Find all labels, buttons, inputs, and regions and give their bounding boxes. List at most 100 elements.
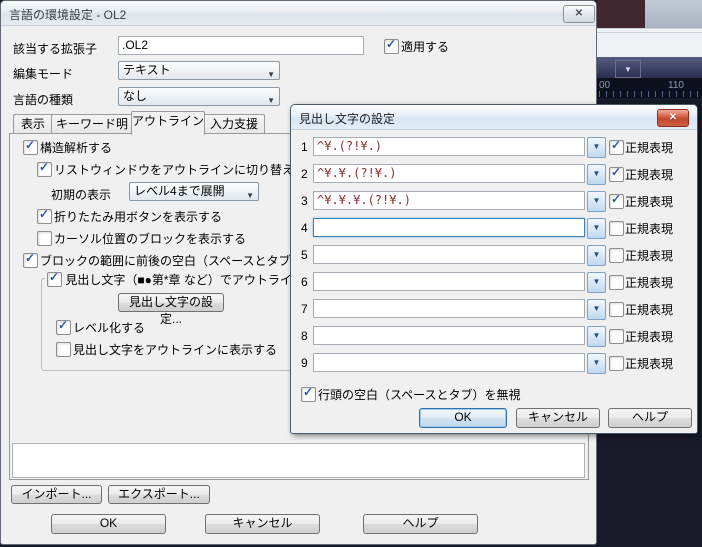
- bg-app-ruler: 00 110: [597, 78, 702, 98]
- pattern-dropdown-9[interactable]: ▼: [587, 353, 606, 374]
- language-type-label: 言語の種類: [13, 91, 73, 108]
- pattern-input-5[interactable]: [313, 245, 585, 264]
- initial-display-combobox[interactable]: レベル4まで展開 ▼: [129, 182, 259, 201]
- levelize-checkbox[interactable]: ✓: [56, 320, 71, 335]
- edit-mode-combobox[interactable]: テキスト ▼: [118, 61, 280, 80]
- regex-checkbox-3[interactable]: ✓: [609, 194, 624, 209]
- initial-display-label: 初期の表示: [51, 186, 111, 203]
- tab-outline[interactable]: アウトライン: [131, 111, 205, 135]
- export-button[interactable]: エクスポート...: [108, 485, 210, 504]
- pattern-input-8[interactable]: [313, 326, 585, 345]
- show-heading-checkbox[interactable]: ✓: [56, 342, 71, 357]
- pattern-dropdown-4[interactable]: ▼: [587, 218, 606, 239]
- block-range-checkbox[interactable]: ✓: [23, 253, 38, 268]
- heading-close-button[interactable]: ✕: [657, 109, 689, 127]
- main-cancel-button[interactable]: キャンセル: [205, 514, 320, 534]
- regex-checkbox-2[interactable]: ✓: [609, 167, 624, 182]
- pattern-input-1[interactable]: ^¥.(?!¥.): [313, 137, 585, 156]
- main-help-button[interactable]: ヘルプ: [363, 514, 478, 534]
- regex-checkbox-4[interactable]: ✓: [609, 221, 624, 236]
- apply-checkbox[interactable]: ✓: [384, 39, 399, 54]
- tab-display[interactable]: 表示: [13, 114, 53, 135]
- regex-checkbox-9[interactable]: ✓: [609, 356, 624, 371]
- pattern-input-3[interactable]: ^¥.¥.¥.(?!¥.): [313, 191, 585, 210]
- regex-label: 正規表現: [625, 168, 673, 182]
- levelize-label: レベル化する: [73, 321, 145, 335]
- pattern-dropdown-5[interactable]: ▼: [587, 245, 606, 266]
- pattern-dropdown-7[interactable]: ▼: [587, 299, 606, 320]
- check-icon: ✓: [386, 37, 396, 51]
- structure-analysis-label: 構造解析する: [40, 141, 112, 155]
- import-button[interactable]: インポート...: [11, 485, 102, 504]
- chevron-down-icon: ▼: [593, 196, 601, 205]
- pattern-input-4[interactable]: [313, 218, 585, 237]
- row-number: 8: [301, 329, 308, 343]
- ruler-label-left: 00: [599, 80, 610, 91]
- tab-page-whitebox: [12, 443, 585, 478]
- main-close-button[interactable]: ✕: [563, 5, 595, 23]
- check-icon: ✓: [303, 385, 313, 399]
- cursor-block-checkbox[interactable]: ✓: [37, 231, 52, 246]
- bg-app-toolbar-line: [597, 32, 702, 33]
- bg-app-titlebar-dark: [597, 0, 645, 28]
- pattern-dropdown-3[interactable]: ▼: [587, 191, 606, 212]
- chevron-down-icon: ▼: [593, 250, 601, 259]
- edit-mode-value: テキスト: [123, 63, 171, 77]
- row-number: 6: [301, 275, 308, 289]
- heading-outline-checkbox[interactable]: ✓: [47, 272, 62, 287]
- regex-checkbox-8[interactable]: ✓: [609, 329, 624, 344]
- row-number: 2: [301, 167, 308, 181]
- pattern-input-9[interactable]: [313, 353, 585, 372]
- language-type-combobox[interactable]: なし ▼: [118, 87, 280, 106]
- structure-analysis-checkbox[interactable]: ✓: [23, 140, 38, 155]
- row-number: 5: [301, 248, 308, 262]
- heading-dialog-titlebar[interactable]: 見出し文字の設定 ✕: [291, 105, 697, 130]
- row-number: 3: [301, 194, 308, 208]
- regex-label: 正規表現: [625, 195, 673, 209]
- check-icon: ✓: [25, 138, 35, 152]
- regex-label: 正規表現: [625, 222, 673, 236]
- heading-ok-button[interactable]: OK: [419, 408, 507, 428]
- fold-buttons-label: 折りたたみ用ボタンを表示する: [54, 210, 222, 224]
- check-icon: ✓: [611, 138, 621, 152]
- pattern-input-2[interactable]: ^¥.¥.(?!¥.): [313, 164, 585, 183]
- ruler-label-right: 110: [668, 80, 684, 91]
- pattern-dropdown-6[interactable]: ▼: [587, 272, 606, 293]
- chevron-down-icon: ▼: [246, 187, 254, 201]
- check-icon: ✓: [39, 160, 49, 174]
- pattern-input-6[interactable]: [313, 272, 585, 291]
- chevron-down-icon: ▼: [593, 277, 601, 286]
- extension-input[interactable]: .OL2: [118, 36, 364, 55]
- screen: ▼ 00 110 言語の環境設定 - OL2 ✕ 該当する拡張子 .OL2 ✓ …: [0, 0, 702, 547]
- heading-settings-button[interactable]: 見出し文字の設定...: [118, 293, 224, 312]
- bg-app-toolbar-dropdown[interactable]: ▼: [615, 60, 641, 78]
- heading-cancel-button[interactable]: キャンセル: [516, 408, 600, 428]
- chevron-down-icon: ▼: [267, 66, 275, 80]
- main-dialog-titlebar[interactable]: 言語の環境設定 - OL2 ✕: [1, 1, 596, 26]
- heading-help-button[interactable]: ヘルプ: [608, 408, 692, 428]
- fold-buttons-checkbox[interactable]: ✓: [37, 209, 52, 224]
- tab-input-assist[interactable]: 入力支援: [203, 114, 265, 135]
- edit-mode-label: 編集モード: [13, 65, 73, 82]
- check-icon: ✓: [611, 165, 621, 179]
- extension-label: 該当する拡張子: [13, 40, 97, 57]
- heading-outline-label: 見出し文字（■●第*章 など）でアウトライン表示: [65, 273, 328, 287]
- pattern-dropdown-2[interactable]: ▼: [587, 164, 606, 185]
- pattern-input-7[interactable]: [313, 299, 585, 318]
- cursor-block-label: カーソル位置のブロックを表示する: [54, 232, 246, 246]
- tab-label: 入力支援: [210, 117, 258, 131]
- tab-keyword[interactable]: キーワード明示: [51, 114, 133, 135]
- check-icon: ✓: [49, 270, 59, 284]
- regex-checkbox-7[interactable]: ✓: [609, 302, 624, 317]
- main-ok-button[interactable]: OK: [51, 514, 166, 534]
- check-icon: ✓: [58, 318, 68, 332]
- tab-label: 表示: [21, 117, 45, 131]
- regex-checkbox-5[interactable]: ✓: [609, 248, 624, 263]
- pattern-dropdown-8[interactable]: ▼: [587, 326, 606, 347]
- ignore-leading-checkbox[interactable]: ✓: [301, 387, 316, 402]
- regex-label: 正規表現: [625, 141, 673, 155]
- regex-checkbox-1[interactable]: ✓: [609, 140, 624, 155]
- switch-list-window-checkbox[interactable]: ✓: [37, 162, 52, 177]
- pattern-dropdown-1[interactable]: ▼: [587, 137, 606, 158]
- regex-checkbox-6[interactable]: ✓: [609, 275, 624, 290]
